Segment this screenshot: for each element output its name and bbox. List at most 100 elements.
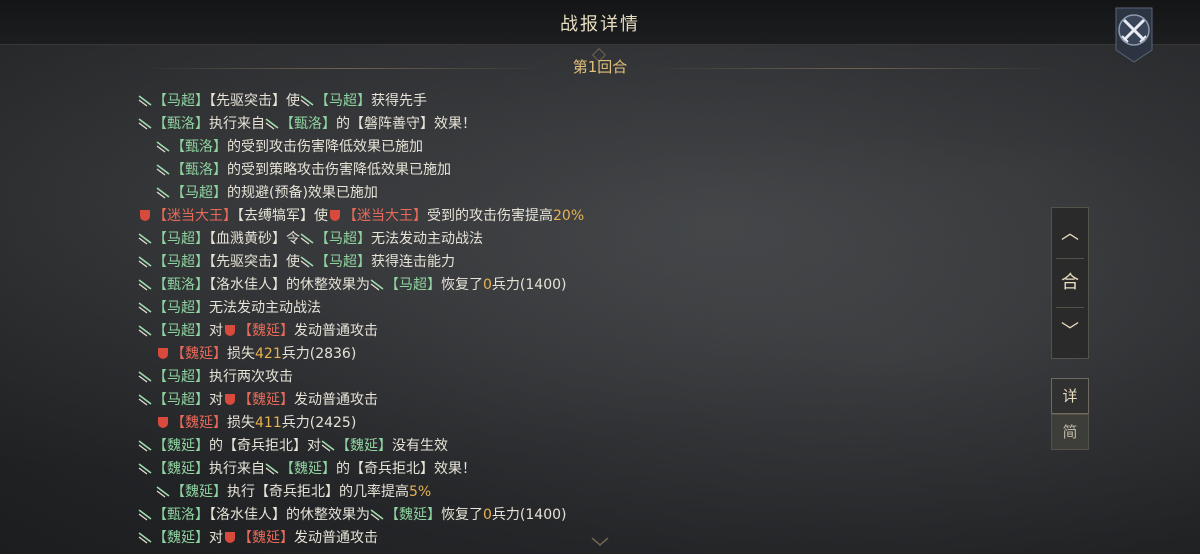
log-entry: 【马超】【先驱突击】使 【马超】获得连击能力 bbox=[138, 251, 998, 274]
log-text: 发动普通攻击 bbox=[294, 323, 378, 339]
log-entry: 【迷当大王】【去缚犒军】使 【迷当大王】受到的攻击伤害提高20% bbox=[138, 205, 998, 228]
log-text: 【洛水佳人】 bbox=[209, 277, 286, 293]
battle-log[interactable]: 【马超】【先驱突击】使 【马超】获得先手 【甄洛】执行来自 【甄洛】的【磐阵善守】效果… bbox=[138, 90, 998, 550]
log-text: 对 bbox=[209, 323, 223, 339]
ally-spear-icon bbox=[265, 463, 279, 475]
brief-mode-toggle[interactable]: 简 bbox=[1051, 414, 1089, 450]
prev-round-button[interactable]: ︿ bbox=[1052, 210, 1088, 258]
scroll-down-indicator-icon bbox=[591, 537, 609, 546]
log-entry: 【甄洛】执行来自 【甄洛】的【磐阵善守】效果！ bbox=[138, 113, 998, 136]
ally-general-name: 【马超】 bbox=[315, 254, 371, 270]
ally-general-name: 【魏延】 bbox=[153, 530, 209, 546]
enemy-shield-icon bbox=[158, 348, 168, 359]
log-value: 5% bbox=[409, 484, 432, 500]
enemy-shield-icon bbox=[158, 417, 168, 428]
ally-general-name: 【魏延】 bbox=[171, 484, 227, 500]
log-text: 使 bbox=[286, 254, 300, 270]
log-entry: 【甄洛】的受到策略攻击伤害降低效果已施加 bbox=[138, 159, 998, 182]
log-text: 【去缚犒军】 bbox=[237, 208, 314, 224]
ally-general-name: 【马超】 bbox=[385, 277, 441, 293]
log-entry: 【甄洛】【洛水佳人】的休整效果为 【魏延】恢复了0兵力(1400) bbox=[138, 504, 998, 527]
ally-general-name: 【马超】 bbox=[153, 369, 209, 385]
ally-general-name: 【甄洛】 bbox=[171, 162, 227, 178]
next-round-button[interactable]: ﹀ bbox=[1052, 308, 1088, 356]
enemy-general-name: 【魏延】 bbox=[238, 530, 294, 546]
log-value: 421 bbox=[255, 346, 282, 362]
log-text: 兵力(1400) bbox=[491, 277, 567, 293]
log-value: 411 bbox=[255, 415, 282, 431]
enemy-shield-icon bbox=[330, 210, 340, 221]
ally-spear-icon bbox=[156, 486, 170, 498]
ally-general-name: 【马超】 bbox=[153, 231, 209, 247]
ally-spear-icon bbox=[138, 302, 152, 314]
log-text: 【先驱突击】 bbox=[209, 254, 286, 270]
log-text: 兵力(1400) bbox=[491, 507, 567, 523]
log-value: 20% bbox=[553, 208, 585, 224]
log-text: 的休整效果为 bbox=[286, 507, 370, 523]
ally-spear-icon bbox=[138, 371, 152, 383]
enemy-shield-icon bbox=[225, 532, 235, 543]
log-text: 的【奇兵拒北】效果！ bbox=[336, 461, 476, 477]
round-label: 第1回合 bbox=[572, 58, 628, 76]
enemy-general-name: 【魏延】 bbox=[171, 346, 227, 362]
log-text: 兵力(2836) bbox=[281, 346, 357, 362]
log-text: 令 bbox=[286, 231, 300, 247]
log-entry: 【魏延】损失411兵力(2425) bbox=[138, 412, 998, 435]
ally-general-name: 【马超】 bbox=[171, 185, 227, 201]
log-text: 的规避(预备)效果已施加 bbox=[227, 185, 378, 201]
ally-spear-icon bbox=[370, 509, 384, 521]
detail-mode-toggle[interactable]: 详 bbox=[1051, 378, 1089, 414]
enemy-general-name: 【魏延】 bbox=[171, 415, 227, 431]
log-entry: 【马超】对 【魏延】发动普通攻击 bbox=[138, 389, 998, 412]
ally-general-name: 【马超】 bbox=[315, 231, 371, 247]
log-text: 使 bbox=[314, 208, 328, 224]
merge-rounds-button[interactable]: 合 bbox=[1052, 259, 1088, 307]
page-title: 战报详情 bbox=[560, 14, 640, 35]
log-text: 发动普通攻击 bbox=[294, 530, 378, 546]
enemy-general-name: 【魏延】 bbox=[238, 392, 294, 408]
ally-general-name: 【马超】 bbox=[153, 392, 209, 408]
ally-spear-icon bbox=[138, 95, 152, 107]
log-text: 损失 bbox=[227, 415, 255, 431]
log-text: 无法发动主动战法 bbox=[371, 231, 483, 247]
log-text: 发动普通攻击 bbox=[294, 392, 378, 408]
round-navigator: ︿ 合 ﹀ bbox=[1051, 207, 1089, 359]
enemy-shield-icon bbox=[225, 325, 235, 336]
log-text: 执行来自 bbox=[209, 461, 265, 477]
log-text: 恢复了 bbox=[441, 507, 483, 523]
enemy-general-name: 【迷当大王】 bbox=[153, 208, 237, 224]
log-entry: 【马超】执行两次攻击 bbox=[138, 366, 998, 389]
log-text: 使 bbox=[286, 93, 300, 109]
log-text: 执行来自 bbox=[209, 116, 265, 132]
ally-spear-icon bbox=[300, 256, 314, 268]
log-text: 【先驱突击】 bbox=[209, 93, 286, 109]
log-text: 无法发动主动战法 bbox=[209, 300, 321, 316]
ally-spear-icon bbox=[138, 118, 152, 130]
log-text: 的【磐阵善守】效果！ bbox=[336, 116, 476, 132]
ally-spear-icon bbox=[300, 95, 314, 107]
log-entry: 【甄洛】的受到攻击伤害降低效果已施加 bbox=[138, 136, 998, 159]
log-text: 对 bbox=[209, 392, 223, 408]
log-entry: 【甄洛】【洛水佳人】的休整效果为 【马超】恢复了0兵力(1400) bbox=[138, 274, 998, 297]
log-value: 0 bbox=[483, 277, 492, 293]
ally-spear-icon bbox=[138, 233, 152, 245]
ally-spear-icon bbox=[138, 463, 152, 475]
log-text: 获得先手 bbox=[371, 93, 427, 109]
ally-spear-icon bbox=[138, 325, 152, 337]
ally-spear-icon bbox=[156, 141, 170, 153]
ally-spear-icon bbox=[300, 233, 314, 245]
log-text: 损失 bbox=[227, 346, 255, 362]
ally-general-name: 【魏延】 bbox=[153, 438, 209, 454]
log-entry: 【魏延】执行【奇兵拒北】的几率提高5% bbox=[138, 481, 998, 504]
enemy-general-name: 【魏延】 bbox=[238, 323, 294, 339]
log-entry: 【魏延】损失421兵力(2836) bbox=[138, 343, 998, 366]
log-entry: 【魏延】的【奇兵拒北】对 【魏延】没有生效 bbox=[138, 435, 998, 458]
log-text: 的休整效果为 bbox=[286, 277, 370, 293]
log-text: 受到的攻击伤害提高 bbox=[427, 208, 553, 224]
log-entry: 【马超】【先驱突击】使 【马超】获得先手 bbox=[138, 90, 998, 113]
log-text: 对 bbox=[209, 530, 223, 546]
ally-general-name: 【魏延】 bbox=[336, 438, 392, 454]
ally-spear-icon bbox=[138, 394, 152, 406]
enemy-general-name: 【迷当大王】 bbox=[343, 208, 427, 224]
ally-spear-icon bbox=[321, 440, 335, 452]
